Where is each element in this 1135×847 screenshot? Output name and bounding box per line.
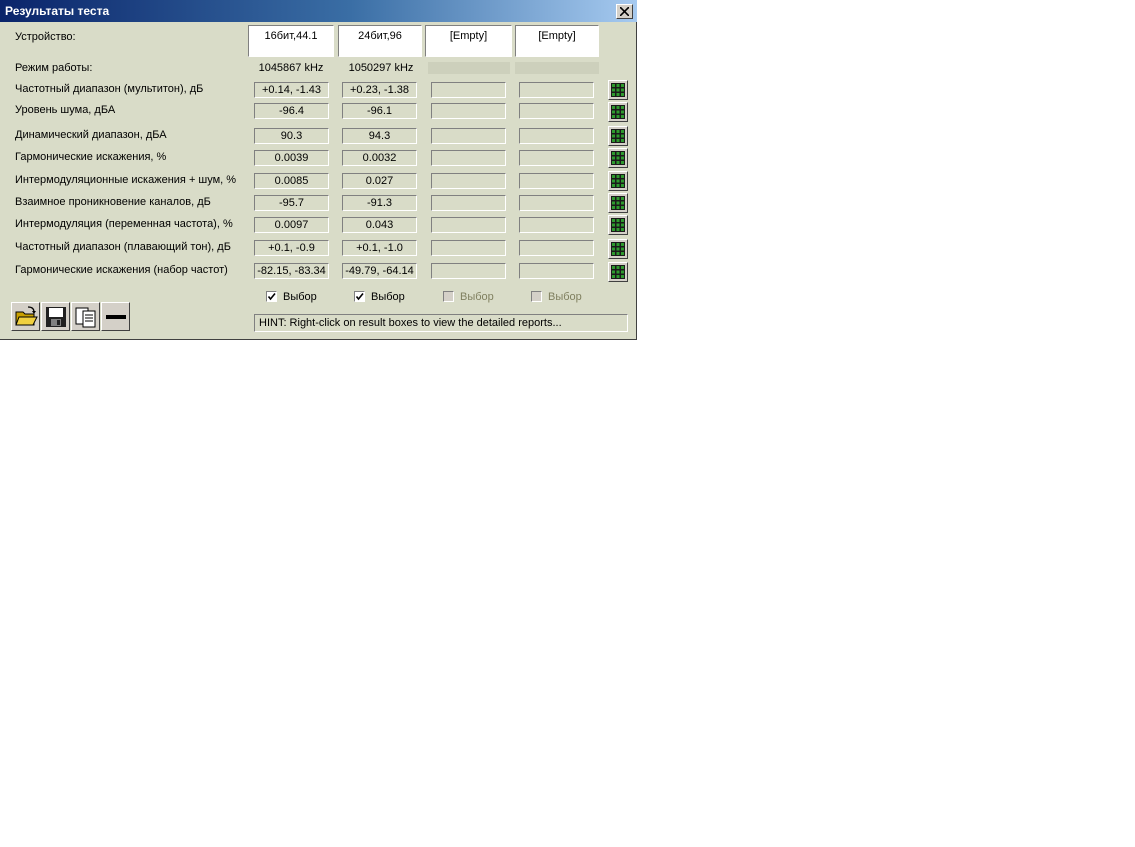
open-folder-icon [15,306,38,326]
title-bar[interactable]: Результаты теста [0,0,637,22]
result-cell[interactable] [519,173,594,189]
report-grid-button[interactable] [608,148,628,168]
report-grid-button[interactable] [608,102,628,122]
device-box-3[interactable]: [Empty] [425,25,512,57]
open-button[interactable] [11,302,40,331]
result-cell[interactable]: 94.3 [342,128,417,144]
grid-table-icon [611,196,625,210]
row-label-harmonic-multi: Гармонические искажения (набор частот) [15,264,228,276]
report-grid-button[interactable] [608,171,628,191]
result-cell[interactable] [431,82,506,98]
result-cell[interactable] [431,150,506,166]
result-cell[interactable] [431,217,506,233]
row-label-imd-swept: Интермодуляция (переменная частота), % [15,218,233,230]
checkbox-box [531,291,542,302]
grid-table-icon [611,218,625,232]
minimize-button[interactable] [101,302,130,331]
checkmark-icon [355,292,364,301]
row-label-freq-multitone: Частотный диапазон (мультитон), дБ [15,83,204,95]
result-cell[interactable] [519,217,594,233]
row-label-crosstalk: Взаимное проникновение каналов, дБ [15,196,211,208]
grid-table-icon [611,265,625,279]
result-cell[interactable]: 0.0085 [254,173,329,189]
test-results-window: Результаты теста Устройство: 16бит,44.1 … [0,0,637,340]
row-label-noise-level: Уровень шума, дБА [15,104,116,116]
result-cell[interactable]: 0.0032 [342,150,417,166]
device-label: Устройство: [15,31,76,43]
checkbox-label: Выбор [460,291,494,303]
row-label-harmonic-distortion: Гармонические искажения, % [15,151,167,163]
result-cell[interactable]: -82.15, -83.34 [254,263,329,279]
checkbox-label: Выбор [548,291,582,303]
checkbox-box [443,291,454,302]
result-cell[interactable]: 0.027 [342,173,417,189]
checkbox-label: Выбор [371,291,405,303]
checkbox-box[interactable] [266,291,277,302]
result-cell[interactable] [519,128,594,144]
report-grid-button[interactable] [608,193,628,213]
mode-label: Режим работы: [15,62,93,74]
result-cell[interactable]: -95.7 [254,195,329,211]
result-cell[interactable] [431,195,506,211]
close-button[interactable] [616,4,633,19]
result-cell[interactable] [431,128,506,144]
result-cell[interactable]: 90.3 [254,128,329,144]
device-box-4[interactable]: [Empty] [515,25,599,57]
row-label-freq-swept: Частотный диапазон (плавающий тон), дБ [15,241,231,253]
mode-value-2: 1050297 kHz [348,62,414,74]
device-box-2[interactable]: 24бит,96 [338,25,422,57]
mode-value-4 [515,62,599,74]
result-cell[interactable] [431,173,506,189]
result-cell[interactable] [519,195,594,211]
result-cell[interactable]: 0.0097 [254,217,329,233]
report-grid-button[interactable] [608,80,628,100]
row-label-imd-noise: Интермодуляционные искажения + шум, % [15,174,237,186]
copy-icon [75,307,96,328]
grid-table-icon [611,151,625,165]
checkbox-box[interactable] [354,291,365,302]
grid-table-icon [611,242,625,256]
result-cell[interactable]: -49.79, -64.14 [342,263,417,279]
result-cell[interactable] [431,240,506,256]
row-label-dynamic-range: Динамический диапазон, дБА [15,129,167,141]
mode-value-3 [428,62,510,74]
result-cell[interactable]: +0.1, -1.0 [342,240,417,256]
result-cell[interactable]: -96.1 [342,103,417,119]
save-disk-icon [46,307,66,327]
checkbox-label: Выбор [283,291,317,303]
report-grid-button[interactable] [608,215,628,235]
result-cell[interactable] [519,103,594,119]
grid-table-icon [611,174,625,188]
report-grid-button[interactable] [608,126,628,146]
result-cell[interactable] [431,263,506,279]
report-grid-button[interactable] [608,239,628,259]
result-cell[interactable] [519,240,594,256]
grid-table-icon [611,129,625,143]
copy-button[interactable] [71,302,100,331]
close-icon [620,7,629,16]
minimize-icon [106,315,126,319]
report-grid-button[interactable] [608,262,628,282]
device-box-1[interactable]: 16бит,44.1 [248,25,334,57]
grid-table-icon [611,105,625,119]
result-cell[interactable] [519,263,594,279]
result-cell[interactable]: -91.3 [342,195,417,211]
grid-table-icon [611,83,625,97]
result-cell[interactable]: +0.23, -1.38 [342,82,417,98]
window-title: Результаты теста [5,4,110,18]
mode-value-1: 1045867 kHz [258,62,324,74]
result-cell[interactable] [519,150,594,166]
result-cell[interactable]: +0.14, -1.43 [254,82,329,98]
checkmark-icon [267,292,276,301]
result-cell[interactable]: +0.1, -0.9 [254,240,329,256]
hint-bar: HINT: Right-click on result boxes to vie… [254,314,628,332]
result-cell[interactable]: 0.0039 [254,150,329,166]
result-cell[interactable]: 0.043 [342,217,417,233]
result-cell[interactable]: -96.4 [254,103,329,119]
save-button[interactable] [41,302,70,331]
result-cell[interactable] [519,82,594,98]
result-cell[interactable] [431,103,506,119]
